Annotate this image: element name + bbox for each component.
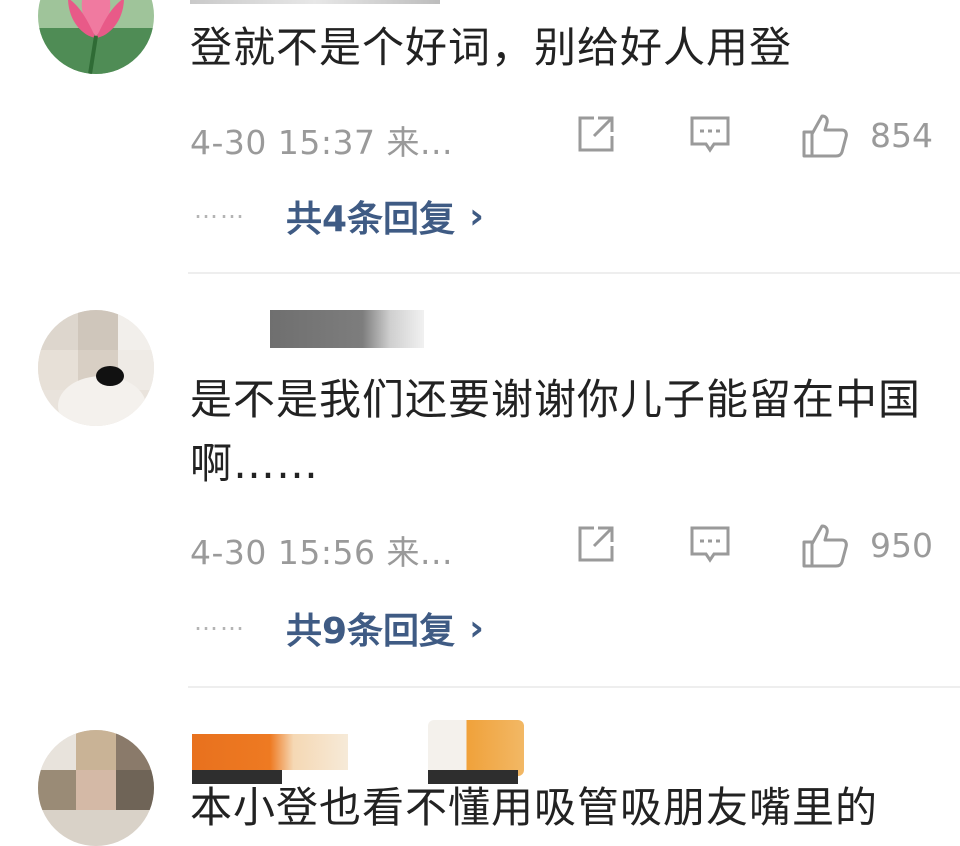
chevron-right-icon: › [469,195,484,237]
view-replies-link[interactable]: 共9条回复 › [286,602,484,654]
divider [188,686,960,688]
like-count: 854 [870,116,933,155]
username-redacted[interactable] [190,0,440,4]
replies-dots: …… [194,196,246,224]
thumbs-up-icon[interactable] [800,112,850,160]
comment-item: 登就不是个好词，别给好人用登 4-30 15:37 来... 854 …… 共4… [0,0,960,270]
comment-time: 4-30 15:37 来... [190,123,453,162]
replies-row[interactable]: …… 共9条回复 › [190,602,590,654]
avatar[interactable] [38,0,154,74]
replies-label: 共4条回复 [286,199,456,240]
replies-label: 共9条回复 [286,611,456,652]
comment-text: 本小登也看不懂用吸管吸朋友嘴里的 [190,783,879,832]
view-replies-link[interactable]: 共4条回复 › [286,190,484,242]
comment-time: 4-30 15:56 来... [190,533,453,572]
comment-item: 是不是我们还要谢谢你儿子能留在中国啊…… 4-30 15:56 来... 950… [0,276,960,686]
replies-dots: …… [194,608,246,636]
comment-text: 登就不是个好词，别给好人用登 [190,23,793,72]
replies-row[interactable]: …… 共4条回复 › [190,190,590,242]
comment-meta: 4-30 15:37 来... 854 [190,112,940,162]
share-icon[interactable] [574,112,618,156]
share-icon[interactable] [574,522,618,566]
comment-icon[interactable] [688,112,732,156]
thumbs-up-icon[interactable] [800,522,850,570]
comment-meta: 4-30 15:56 来... 950 [190,522,940,572]
username-redacted[interactable] [270,310,424,348]
chevron-right-icon: › [469,607,484,649]
user-badge-redacted[interactable] [428,720,524,776]
comment-text: 是不是我们还要谢谢你儿子能留在中国啊…… [190,375,922,488]
comment-icon[interactable] [688,522,732,566]
divider [188,272,960,274]
avatar[interactable] [38,730,154,846]
comment-item: 本小登也看不懂用吸管吸朋友嘴里的 [0,690,960,846]
avatar[interactable] [38,310,154,426]
username-redacted[interactable] [192,734,348,770]
like-count: 950 [870,526,933,565]
